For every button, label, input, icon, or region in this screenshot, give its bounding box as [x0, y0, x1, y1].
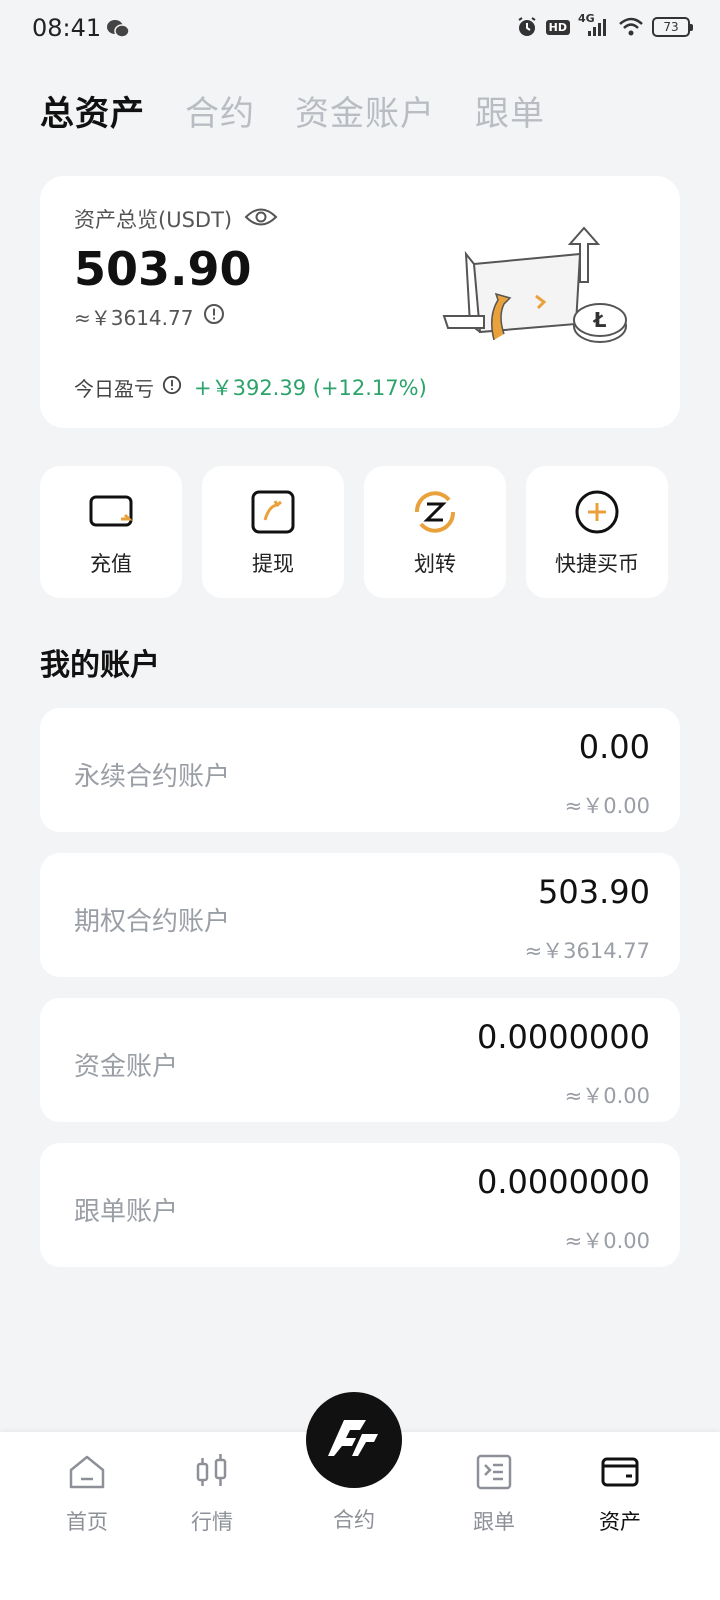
pnl-label: 今日盈亏: [74, 376, 154, 401]
account-amount: 0.0000000: [476, 1163, 650, 1201]
nav-contract-center-button[interactable]: [306, 1392, 402, 1488]
withdraw-icon: [249, 488, 297, 536]
total-cny-value: ≈￥3614.77: [74, 306, 194, 330]
deposit-button[interactable]: 充值: [40, 466, 182, 598]
status-time: 08:41: [32, 14, 102, 42]
account-row-options[interactable]: 期权合约账户 503.90 ≈￥3614.77: [40, 853, 680, 977]
quick-buy-button[interactable]: 快捷买币: [526, 466, 668, 598]
my-accounts-title: 我的账户: [40, 648, 160, 683]
account-name: 跟单账户: [74, 1197, 179, 1227]
nav-copy-trade[interactable]: 跟单: [434, 1432, 554, 1552]
nav-contract-label: 合约: [333, 1508, 375, 1532]
total-asset-value: 503.90: [74, 242, 252, 296]
svg-text:Ł: Ł: [593, 308, 607, 332]
deposit-label: 充值: [90, 552, 132, 576]
wechat-notification-icon: [106, 18, 130, 40]
overview-header: 资产总览(USDT): [74, 204, 278, 234]
network-type-label: 4G: [578, 12, 595, 25]
account-name: 期权合约账户: [74, 907, 231, 937]
asset-overview-card: 资产总览(USDT) 503.90 ≈￥3614.77 今日盈亏 +￥392.3…: [40, 176, 680, 428]
wallet-icon: [600, 1452, 640, 1492]
market-icon: [192, 1452, 232, 1492]
home-icon: [67, 1452, 107, 1492]
nav-home-label: 首页: [66, 1510, 108, 1534]
asset-tabs: 总资产 合约 资金账户 跟单: [40, 86, 545, 135]
withdraw-button[interactable]: 提现: [202, 466, 344, 598]
nav-market[interactable]: 行情: [152, 1432, 272, 1552]
nav-assets[interactable]: 资产: [560, 1432, 680, 1552]
transfer-icon: [411, 488, 459, 536]
alarm-icon: [516, 16, 538, 38]
status-bar: 08:41 HD 4G 73: [0, 0, 720, 58]
pnl-value: +￥392.39 (+12.17%): [194, 376, 427, 400]
account-amount: 503.90: [538, 873, 650, 911]
account-name: 永续合约账户: [74, 762, 231, 792]
status-icons: HD 4G 73: [516, 12, 693, 38]
nav-market-label: 行情: [191, 1510, 233, 1534]
account-row-copy-trade[interactable]: 跟单账户 0.0000000 ≈￥0.00: [40, 1143, 680, 1267]
account-amount: 0.00: [578, 728, 650, 766]
overview-label: 资产总览(USDT): [74, 208, 233, 232]
tab-copy-trade[interactable]: 跟单: [475, 86, 545, 135]
account-cny: ≈￥0.00: [564, 1229, 650, 1253]
account-amount: 0.0000000: [476, 1018, 650, 1056]
transfer-button[interactable]: 划转: [364, 466, 506, 598]
account-cny: ≈￥0.00: [564, 1084, 650, 1108]
account-cny: ≈￥0.00: [564, 794, 650, 818]
account-cny: ≈￥3614.77: [524, 939, 650, 963]
withdraw-label: 提现: [252, 552, 294, 576]
total-asset-cny: ≈￥3614.77: [74, 302, 225, 331]
hd-icon: HD: [545, 19, 570, 35]
transfer-label: 划转: [414, 552, 456, 576]
signal-icon: 4G: [578, 12, 610, 38]
account-row-funding[interactable]: 资金账户 0.0000000 ≈￥0.00: [40, 998, 680, 1122]
battery-icon: 73: [652, 17, 693, 37]
contract-logo-icon: [326, 1416, 382, 1464]
today-pnl: 今日盈亏 +￥392.39 (+12.17%): [74, 372, 427, 402]
tab-funding-account[interactable]: 资金账户: [295, 86, 435, 135]
quick-buy-label: 快捷买币: [555, 552, 639, 576]
eye-icon[interactable]: [244, 206, 278, 233]
nav-assets-label: 资产: [599, 1510, 641, 1534]
wifi-icon: [618, 16, 644, 38]
nav-home[interactable]: 首页: [27, 1432, 147, 1552]
tab-total-assets[interactable]: 总资产: [40, 86, 145, 135]
account-name: 资金账户: [74, 1052, 179, 1082]
copy-trade-icon: [474, 1452, 514, 1492]
nav-copy-trade-label: 跟单: [473, 1510, 515, 1534]
deposit-icon: [87, 488, 135, 536]
quick-buy-icon: [573, 488, 621, 536]
pnl-info-icon[interactable]: [162, 375, 182, 400]
wallet-coin-illustration: Ł: [440, 224, 640, 354]
tab-contract[interactable]: 合约: [185, 86, 255, 135]
info-icon[interactable]: [203, 303, 225, 330]
account-row-perpetual[interactable]: 永续合约账户 0.00 ≈￥0.00: [40, 708, 680, 832]
